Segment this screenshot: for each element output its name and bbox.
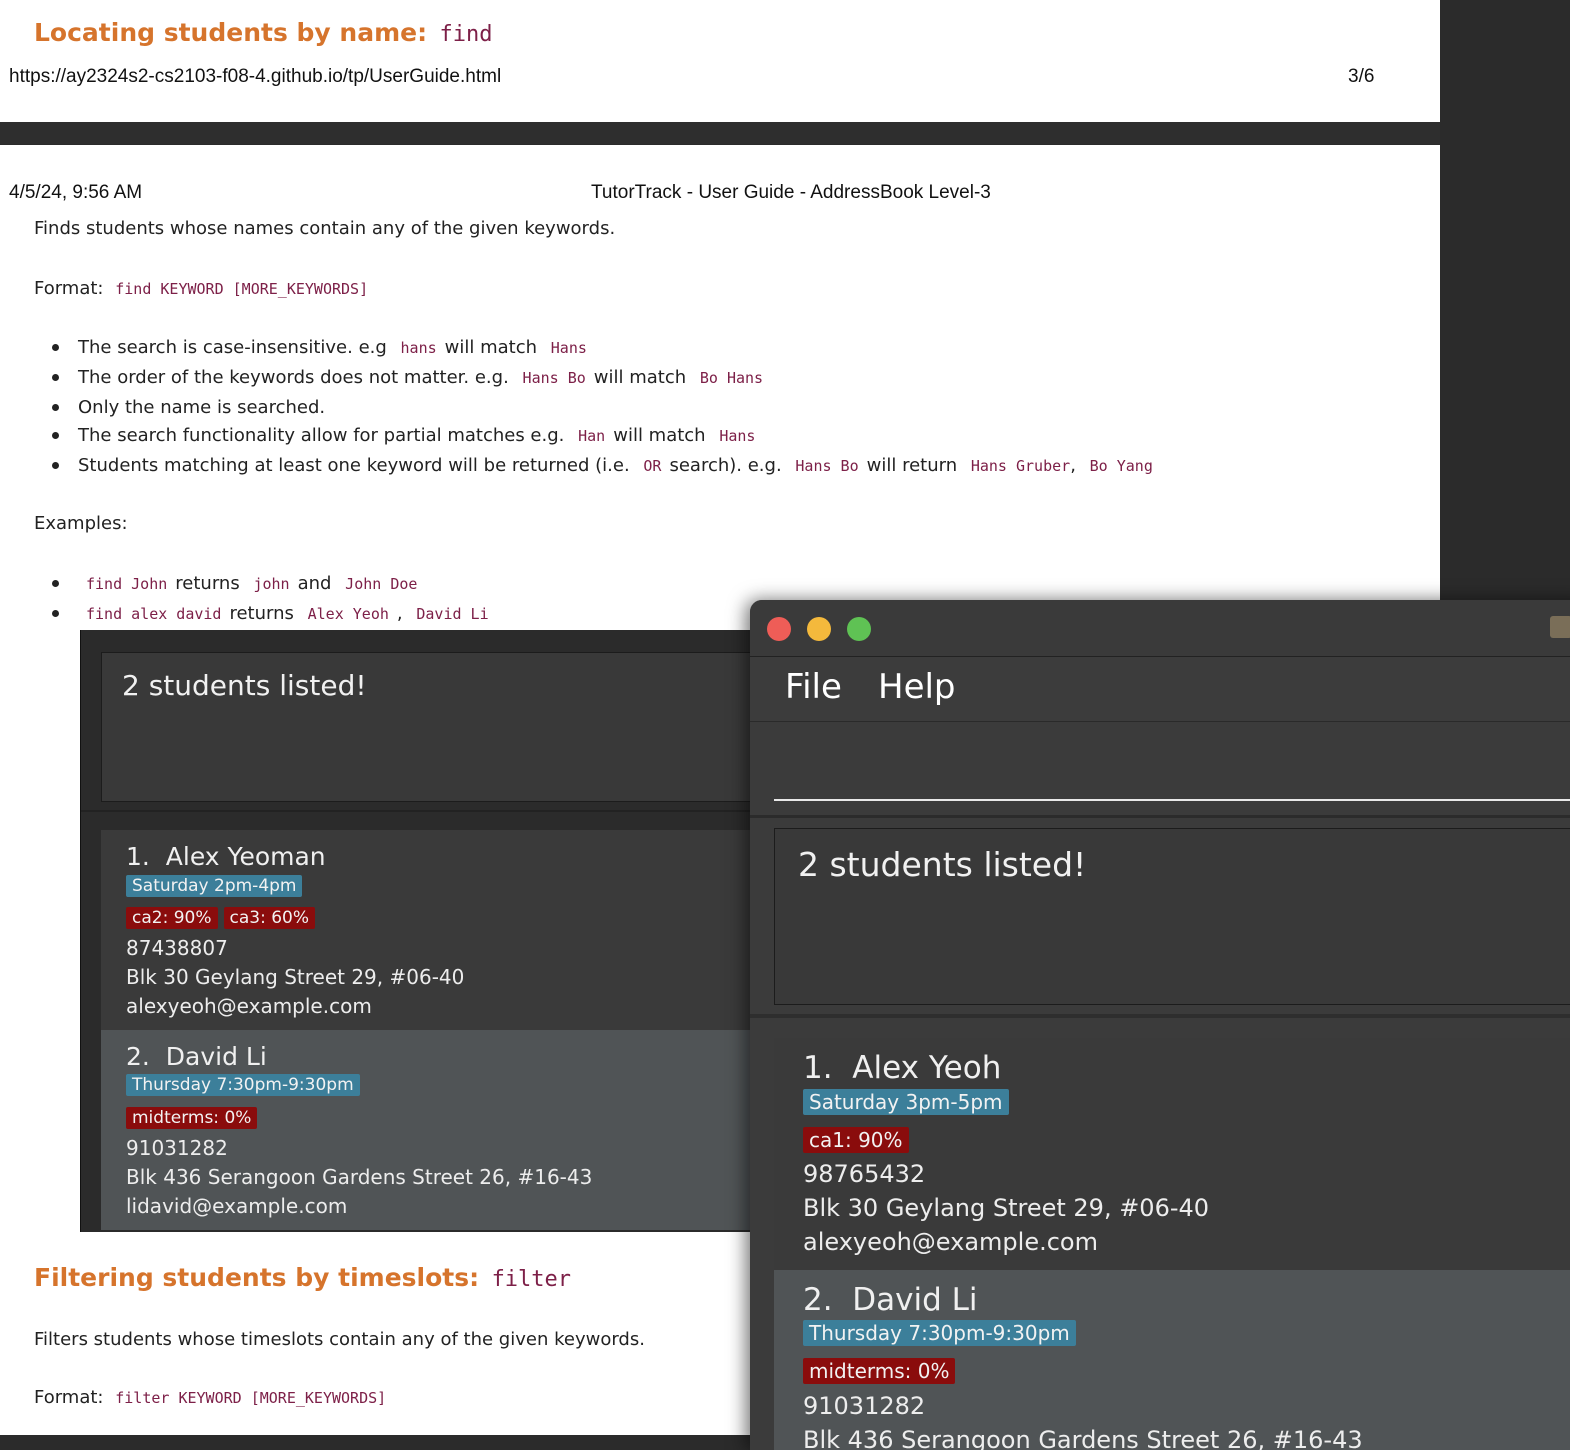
grade-tag: midterms: 0% — [803, 1358, 956, 1384]
menu-bar: File Help — [750, 657, 1570, 722]
student-address: Blk 30 Geylang Street 29, #06-40 — [126, 965, 465, 989]
list-item: find alex david returns Alex Yeoh, David … — [52, 603, 489, 624]
list-item[interactable]: 1. Alex Yeoh Saturday 3pm-5pm ca1: 90% 9… — [774, 1038, 1570, 1270]
examples-label: Examples: — [34, 513, 128, 534]
student-phone: 91031282 — [803, 1392, 926, 1420]
grade-tag: ca1: 90% — [803, 1127, 909, 1153]
print-title: TutorTrack - User Guide - AddressBook Le… — [591, 182, 991, 203]
print-url[interactable]: https://ay2324s2-cs2103-f08-4.github.io/… — [9, 66, 501, 88]
list-item: Only the name is searched. — [52, 397, 325, 418]
pdf-page-previous: Locating students by name: find https://… — [0, 0, 1440, 122]
close-window-button[interactable] — [767, 617, 791, 641]
student-phone: 98765432 — [803, 1160, 926, 1188]
student-name: 2. David Li — [803, 1282, 978, 1318]
filter-format: Format: filter KEYWORD [MORE_KEYWORDS] — [34, 1387, 387, 1408]
student-address: Blk 436 Serangoon Gardens Street 26, #16… — [803, 1426, 1363, 1450]
print-page-number: 3/6 — [1348, 66, 1375, 87]
window-titlebar[interactable] — [750, 600, 1570, 657]
find-description: Finds students whose names contain any o… — [34, 218, 616, 239]
maximize-window-button[interactable] — [847, 617, 871, 641]
student-name: 1. Alex Yeoh — [803, 1050, 1002, 1086]
grade-tag: ca3: 60% — [223, 907, 315, 929]
student-phone: 87438807 — [126, 936, 228, 960]
list-item[interactable]: 2. David Li Thursday 7:30pm-9:30pm midte… — [774, 1270, 1570, 1450]
command-input[interactable] — [774, 725, 1570, 801]
list-item: The search functionality allow for parti… — [52, 425, 755, 446]
student-name: 1. Alex Yeoman — [126, 842, 326, 871]
menu-help[interactable]: Help — [878, 667, 956, 707]
result-display: 2 students listed! — [774, 828, 1570, 1005]
student-email: alexyeoh@example.com — [803, 1228, 1098, 1256]
filter-format-code: filter KEYWORD [MORE_KEYWORDS] — [115, 1389, 387, 1407]
timeslot-tag: Saturday 3pm-5pm — [803, 1089, 1009, 1115]
student-email: lidavid@example.com — [126, 1194, 348, 1218]
section-heading-find: Locating students by name: find — [34, 18, 493, 47]
list-item: Students matching at least one keyword w… — [52, 455, 1153, 476]
list-item: find John returns john and John Doe — [52, 573, 417, 594]
page-separator — [0, 122, 1440, 144]
timeslot-tag: Thursday 7:30pm-9:30pm — [126, 1074, 360, 1096]
section-heading-filter: Filtering students by timeslots: filter — [34, 1263, 572, 1292]
user-icon — [1550, 616, 1570, 638]
tutortrack-app-window[interactable]: File Help 2 students listed! 1. Alex Yeo… — [750, 600, 1570, 1450]
result-display: 2 students listed! — [101, 652, 803, 802]
find-format: Format: find KEYWORD [MORE_KEYWORDS] — [34, 278, 369, 299]
list-item: The search is case-insensitive. e.g hans… — [52, 337, 587, 358]
timeslot-tag: Saturday 2pm-4pm — [126, 875, 303, 897]
filter-description: Filters students whose timeslots contain… — [34, 1329, 645, 1350]
student-phone: 91031282 — [126, 1136, 228, 1160]
student-email: alexyeoh@example.com — [126, 994, 372, 1018]
grade-tag: midterms: 0% — [126, 1107, 258, 1129]
list-item: The order of the keywords does not matte… — [52, 367, 763, 388]
student-address: Blk 436 Serangoon Gardens Street 26, #16… — [126, 1165, 593, 1189]
student-name: 2. David Li — [126, 1042, 267, 1071]
minimize-window-button[interactable] — [807, 617, 831, 641]
command-box[interactable] — [774, 725, 1570, 803]
find-format-code: find KEYWORD [MORE_KEYWORDS] — [115, 280, 369, 298]
print-datetime: 4/5/24, 9:56 AM — [9, 182, 143, 203]
grade-tag: ca2: 90% — [126, 907, 218, 929]
student-address: Blk 30 Geylang Street 29, #06-40 — [803, 1194, 1210, 1222]
list-item[interactable]: 2. David Li Thursday 7:30pm-9:30pm midte… — [101, 1030, 781, 1230]
menu-file[interactable]: File — [785, 667, 842, 707]
timeslot-tag: Thursday 7:30pm-9:30pm — [803, 1320, 1076, 1346]
example-screenshot: 2 students listed! 1. Alex Yeoman Saturd… — [80, 630, 803, 1232]
list-item[interactable]: 1. Alex Yeoman Saturday 2pm-4pm ca2: 90%… — [101, 830, 781, 1030]
